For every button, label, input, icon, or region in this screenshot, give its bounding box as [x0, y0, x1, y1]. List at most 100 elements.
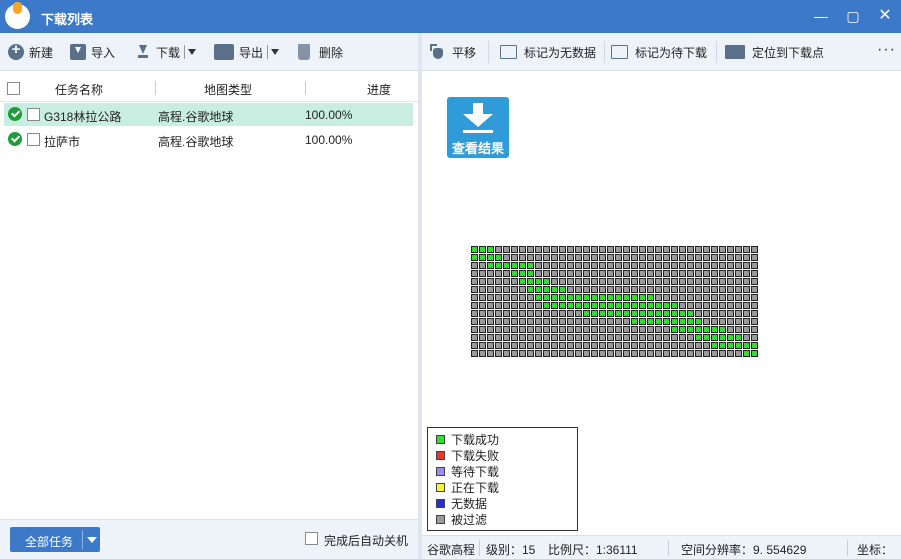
- tile-filtered: [487, 286, 494, 293]
- tile-success: [679, 326, 686, 333]
- tile-filtered: [527, 342, 534, 349]
- tile-filtered: [511, 310, 518, 317]
- column-header-map-type[interactable]: 地图类型: [204, 81, 252, 98]
- maximize-button[interactable]: ▢: [842, 6, 864, 26]
- tile-filtered: [647, 270, 654, 277]
- pan-button[interactable]: 平移: [430, 43, 476, 61]
- tile-filtered: [583, 246, 590, 253]
- tile-filtered: [727, 270, 734, 277]
- tile-filtered: [703, 350, 710, 357]
- status-coordinate: 坐标：: [857, 543, 894, 557]
- tile-filtered: [471, 270, 478, 277]
- tile-filtered: [511, 278, 518, 285]
- tile-success: [527, 270, 534, 277]
- tile-success: [655, 310, 662, 317]
- delete-button[interactable]: 删除: [298, 42, 343, 62]
- tile-filtered: [695, 278, 702, 285]
- tile-success: [567, 294, 574, 301]
- tile-filtered: [535, 270, 542, 277]
- auto-shutdown-checkbox[interactable]: [305, 532, 318, 545]
- tile-filtered: [711, 270, 718, 277]
- minimize-button[interactable]: —: [810, 6, 832, 26]
- tile-filtered: [735, 326, 742, 333]
- all-tasks-filter-button[interactable]: 全部任务: [10, 527, 100, 552]
- tile-success: [551, 286, 558, 293]
- tile-filtered: [687, 334, 694, 341]
- tile-filtered: [591, 318, 598, 325]
- tile-success: [607, 310, 614, 317]
- tile-filtered: [639, 270, 646, 277]
- tile-filtered: [679, 350, 686, 357]
- tile-filtered: [607, 350, 614, 357]
- tile-filtered: [623, 270, 630, 277]
- locate-download-point-button[interactable]: 定位到下载点: [725, 43, 824, 61]
- table-row[interactable]: 拉萨市 高程.谷歌地球 100.00%: [4, 128, 413, 151]
- tile-filtered: [703, 262, 710, 269]
- view-result-label: 查看结果: [451, 141, 504, 156]
- status-bar: 谷歌高程 级别：15 比例尺：1:36111 空间分辨率：9. 554629 坐…: [422, 535, 901, 559]
- tile-filtered: [639, 254, 646, 261]
- tile-filtered: [503, 254, 510, 261]
- legend-label: 无数据: [451, 496, 488, 511]
- tile-success: [583, 294, 590, 301]
- tile-filtered: [495, 334, 502, 341]
- tile-filtered: [679, 342, 686, 349]
- tile-map-view[interactable]: 查看结果 下载成功 下载失败 等待下载 正在下载 无数据 被过滤: [422, 72, 901, 535]
- row-checkbox[interactable]: [27, 108, 40, 121]
- auto-shutdown-label[interactable]: 完成后自动关机: [324, 532, 408, 549]
- tile-filtered: [599, 350, 606, 357]
- tile-filtered: [647, 334, 654, 341]
- tile-success: [743, 350, 750, 357]
- progress-value: 100.00%: [305, 108, 353, 122]
- more-options-button[interactable]: ···: [877, 41, 896, 59]
- tile-filtered: [503, 350, 510, 357]
- tile-filtered: [567, 278, 574, 285]
- tile-filtered: [655, 350, 662, 357]
- legend-label: 等待下载: [451, 464, 500, 479]
- tile-filtered: [591, 270, 598, 277]
- tile-filtered: [743, 278, 750, 285]
- view-result-button[interactable]: 查看结果: [447, 97, 509, 158]
- tile-filtered: [711, 302, 718, 309]
- column-header-task-name[interactable]: 任务名称: [55, 81, 103, 98]
- tile-filtered: [631, 334, 638, 341]
- download-dropdown-icon[interactable]: [188, 49, 197, 55]
- column-divider[interactable]: [305, 81, 306, 95]
- tile-filtered: [719, 294, 726, 301]
- row-checkbox[interactable]: [27, 133, 40, 146]
- tile-filtered: [487, 270, 494, 277]
- download-button[interactable]: 下载: [135, 42, 197, 62]
- new-button[interactable]: 新建: [8, 41, 53, 62]
- tile-filtered: [503, 278, 510, 285]
- close-button[interactable]: ✕: [874, 6, 896, 26]
- tile-filtered: [471, 262, 478, 269]
- tile-success: [639, 310, 646, 317]
- tile-filtered: [727, 278, 734, 285]
- column-divider[interactable]: [155, 81, 156, 95]
- export-dropdown-icon[interactable]: [271, 49, 280, 55]
- tile-filtered: [575, 342, 582, 349]
- tile-filtered: [551, 350, 558, 357]
- tile-filtered: [479, 302, 486, 309]
- mark-pending-button[interactable]: 标记为待下载: [611, 43, 707, 61]
- export-button[interactable]: 导出: [214, 42, 280, 62]
- tile-filtered: [615, 318, 622, 325]
- table-row[interactable]: G318林拉公路 高程.谷歌地球 100.00%: [4, 103, 413, 126]
- tile-filtered: [575, 278, 582, 285]
- tile-filtered: [583, 334, 590, 341]
- tile-success: [679, 310, 686, 317]
- mark-no-data-button[interactable]: 标记为无数据: [500, 43, 596, 61]
- tile-filtered: [647, 350, 654, 357]
- column-header-progress[interactable]: 进度: [367, 81, 391, 98]
- tile-filtered: [591, 286, 598, 293]
- map-type: 高程.谷歌地球: [158, 110, 234, 124]
- tile-success: [639, 318, 646, 325]
- tile-filtered: [743, 302, 750, 309]
- tile-filtered: [615, 326, 622, 333]
- tile-filtered: [519, 286, 526, 293]
- tile-filtered: [679, 270, 686, 277]
- chevron-down-icon[interactable]: [87, 537, 97, 543]
- import-button[interactable]: 导入: [70, 42, 115, 62]
- tile-filtered: [487, 342, 494, 349]
- select-all-checkbox[interactable]: [7, 82, 20, 95]
